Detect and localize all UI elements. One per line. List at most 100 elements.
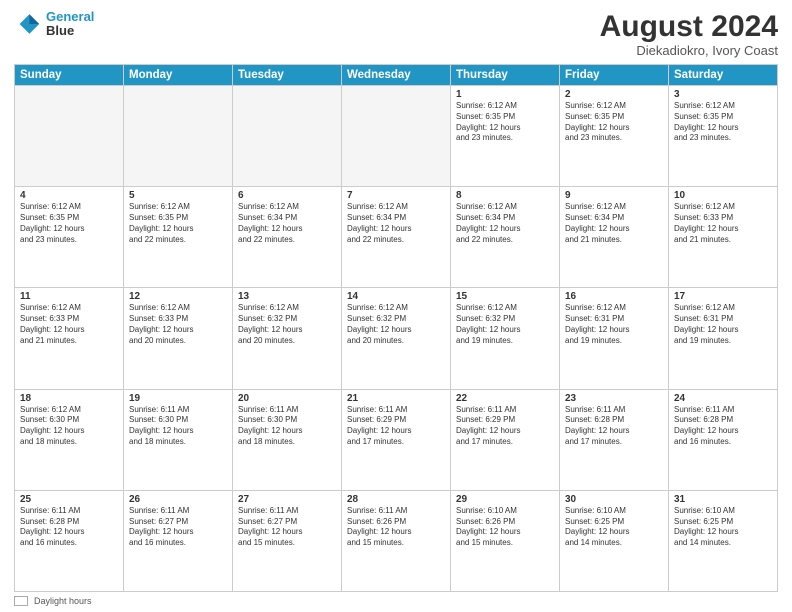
calendar-cell: 3Sunrise: 6:12 AM Sunset: 6:35 PM Daylig… bbox=[669, 86, 778, 187]
day-info: Sunrise: 6:12 AM Sunset: 6:34 PM Dayligh… bbox=[456, 202, 554, 245]
day-number: 10 bbox=[674, 190, 772, 201]
day-number: 9 bbox=[565, 190, 663, 201]
calendar-cell bbox=[342, 86, 451, 187]
day-header-tuesday: Tuesday bbox=[233, 65, 342, 86]
calendar-cell: 9Sunrise: 6:12 AM Sunset: 6:34 PM Daylig… bbox=[560, 187, 669, 288]
calendar-cell: 25Sunrise: 6:11 AM Sunset: 6:28 PM Dayli… bbox=[15, 490, 124, 591]
day-header-saturday: Saturday bbox=[669, 65, 778, 86]
day-header-monday: Monday bbox=[124, 65, 233, 86]
day-info: Sunrise: 6:11 AM Sunset: 6:27 PM Dayligh… bbox=[129, 506, 227, 549]
day-info: Sunrise: 6:12 AM Sunset: 6:35 PM Dayligh… bbox=[456, 101, 554, 144]
calendar-week-0: 1Sunrise: 6:12 AM Sunset: 6:35 PM Daylig… bbox=[15, 86, 778, 187]
day-info: Sunrise: 6:11 AM Sunset: 6:28 PM Dayligh… bbox=[674, 405, 772, 448]
day-number: 7 bbox=[347, 190, 445, 201]
day-header-thursday: Thursday bbox=[451, 65, 560, 86]
calendar-cell: 21Sunrise: 6:11 AM Sunset: 6:29 PM Dayli… bbox=[342, 389, 451, 490]
day-number: 17 bbox=[674, 291, 772, 302]
day-info: Sunrise: 6:10 AM Sunset: 6:25 PM Dayligh… bbox=[565, 506, 663, 549]
day-number: 21 bbox=[347, 393, 445, 404]
day-info: Sunrise: 6:11 AM Sunset: 6:27 PM Dayligh… bbox=[238, 506, 336, 549]
calendar-cell: 14Sunrise: 6:12 AM Sunset: 6:32 PM Dayli… bbox=[342, 288, 451, 389]
day-number: 29 bbox=[456, 494, 554, 505]
calendar-week-4: 25Sunrise: 6:11 AM Sunset: 6:28 PM Dayli… bbox=[15, 490, 778, 591]
calendar-cell bbox=[233, 86, 342, 187]
day-number: 1 bbox=[456, 89, 554, 100]
calendar-cell: 22Sunrise: 6:11 AM Sunset: 6:29 PM Dayli… bbox=[451, 389, 560, 490]
logo-icon bbox=[14, 10, 42, 38]
calendar-cell: 31Sunrise: 6:10 AM Sunset: 6:25 PM Dayli… bbox=[669, 490, 778, 591]
calendar-cell: 17Sunrise: 6:12 AM Sunset: 6:31 PM Dayli… bbox=[669, 288, 778, 389]
day-info: Sunrise: 6:10 AM Sunset: 6:25 PM Dayligh… bbox=[674, 506, 772, 549]
day-info: Sunrise: 6:12 AM Sunset: 6:35 PM Dayligh… bbox=[565, 101, 663, 144]
calendar-cell: 27Sunrise: 6:11 AM Sunset: 6:27 PM Dayli… bbox=[233, 490, 342, 591]
day-info: Sunrise: 6:11 AM Sunset: 6:30 PM Dayligh… bbox=[238, 405, 336, 448]
day-number: 20 bbox=[238, 393, 336, 404]
day-number: 6 bbox=[238, 190, 336, 201]
day-number: 4 bbox=[20, 190, 118, 201]
day-number: 13 bbox=[238, 291, 336, 302]
day-number: 23 bbox=[565, 393, 663, 404]
day-info: Sunrise: 6:12 AM Sunset: 6:30 PM Dayligh… bbox=[20, 405, 118, 448]
day-info: Sunrise: 6:11 AM Sunset: 6:29 PM Dayligh… bbox=[456, 405, 554, 448]
day-number: 30 bbox=[565, 494, 663, 505]
calendar-cell: 26Sunrise: 6:11 AM Sunset: 6:27 PM Dayli… bbox=[124, 490, 233, 591]
day-info: Sunrise: 6:10 AM Sunset: 6:26 PM Dayligh… bbox=[456, 506, 554, 549]
day-number: 2 bbox=[565, 89, 663, 100]
day-info: Sunrise: 6:12 AM Sunset: 6:32 PM Dayligh… bbox=[347, 303, 445, 346]
day-number: 27 bbox=[238, 494, 336, 505]
day-info: Sunrise: 6:12 AM Sunset: 6:35 PM Dayligh… bbox=[674, 101, 772, 144]
day-info: Sunrise: 6:12 AM Sunset: 6:34 PM Dayligh… bbox=[565, 202, 663, 245]
day-header-wednesday: Wednesday bbox=[342, 65, 451, 86]
day-number: 31 bbox=[674, 494, 772, 505]
calendar-cell: 15Sunrise: 6:12 AM Sunset: 6:32 PM Dayli… bbox=[451, 288, 560, 389]
calendar-footer: Daylight hours bbox=[14, 596, 778, 606]
day-header-sunday: Sunday bbox=[15, 65, 124, 86]
day-number: 8 bbox=[456, 190, 554, 201]
day-number: 12 bbox=[129, 291, 227, 302]
day-info: Sunrise: 6:12 AM Sunset: 6:34 PM Dayligh… bbox=[347, 202, 445, 245]
day-info: Sunrise: 6:11 AM Sunset: 6:28 PM Dayligh… bbox=[565, 405, 663, 448]
day-info: Sunrise: 6:12 AM Sunset: 6:34 PM Dayligh… bbox=[238, 202, 336, 245]
day-number: 3 bbox=[674, 89, 772, 100]
logo: General Blue bbox=[14, 10, 94, 39]
day-number: 15 bbox=[456, 291, 554, 302]
calendar-cell: 13Sunrise: 6:12 AM Sunset: 6:32 PM Dayli… bbox=[233, 288, 342, 389]
calendar-cell bbox=[15, 86, 124, 187]
calendar-cell: 23Sunrise: 6:11 AM Sunset: 6:28 PM Dayli… bbox=[560, 389, 669, 490]
day-number: 19 bbox=[129, 393, 227, 404]
calendar-cell: 10Sunrise: 6:12 AM Sunset: 6:33 PM Dayli… bbox=[669, 187, 778, 288]
page: General Blue August 2024 Diekadiokro, Iv… bbox=[0, 0, 792, 612]
day-number: 24 bbox=[674, 393, 772, 404]
calendar-cell: 6Sunrise: 6:12 AM Sunset: 6:34 PM Daylig… bbox=[233, 187, 342, 288]
day-info: Sunrise: 6:11 AM Sunset: 6:30 PM Dayligh… bbox=[129, 405, 227, 448]
calendar-cell: 30Sunrise: 6:10 AM Sunset: 6:25 PM Dayli… bbox=[560, 490, 669, 591]
day-info: Sunrise: 6:12 AM Sunset: 6:35 PM Dayligh… bbox=[20, 202, 118, 245]
day-info: Sunrise: 6:12 AM Sunset: 6:31 PM Dayligh… bbox=[565, 303, 663, 346]
day-info: Sunrise: 6:11 AM Sunset: 6:29 PM Dayligh… bbox=[347, 405, 445, 448]
calendar-cell: 24Sunrise: 6:11 AM Sunset: 6:28 PM Dayli… bbox=[669, 389, 778, 490]
calendar-header-row: SundayMondayTuesdayWednesdayThursdayFrid… bbox=[15, 65, 778, 86]
day-info: Sunrise: 6:12 AM Sunset: 6:33 PM Dayligh… bbox=[129, 303, 227, 346]
day-number: 16 bbox=[565, 291, 663, 302]
day-info: Sunrise: 6:12 AM Sunset: 6:33 PM Dayligh… bbox=[20, 303, 118, 346]
day-info: Sunrise: 6:12 AM Sunset: 6:33 PM Dayligh… bbox=[674, 202, 772, 245]
title-block: August 2024 Diekadiokro, Ivory Coast bbox=[600, 10, 778, 58]
day-number: 25 bbox=[20, 494, 118, 505]
day-header-friday: Friday bbox=[560, 65, 669, 86]
calendar-cell: 19Sunrise: 6:11 AM Sunset: 6:30 PM Dayli… bbox=[124, 389, 233, 490]
calendar-cell bbox=[124, 86, 233, 187]
day-number: 18 bbox=[20, 393, 118, 404]
calendar-cell: 2Sunrise: 6:12 AM Sunset: 6:35 PM Daylig… bbox=[560, 86, 669, 187]
day-info: Sunrise: 6:12 AM Sunset: 6:35 PM Dayligh… bbox=[129, 202, 227, 245]
calendar-cell: 16Sunrise: 6:12 AM Sunset: 6:31 PM Dayli… bbox=[560, 288, 669, 389]
day-number: 26 bbox=[129, 494, 227, 505]
calendar-cell: 12Sunrise: 6:12 AM Sunset: 6:33 PM Dayli… bbox=[124, 288, 233, 389]
day-number: 14 bbox=[347, 291, 445, 302]
day-info: Sunrise: 6:11 AM Sunset: 6:26 PM Dayligh… bbox=[347, 506, 445, 549]
day-number: 28 bbox=[347, 494, 445, 505]
day-number: 5 bbox=[129, 190, 227, 201]
calendar-cell: 11Sunrise: 6:12 AM Sunset: 6:33 PM Dayli… bbox=[15, 288, 124, 389]
calendar-week-3: 18Sunrise: 6:12 AM Sunset: 6:30 PM Dayli… bbox=[15, 389, 778, 490]
calendar-week-2: 11Sunrise: 6:12 AM Sunset: 6:33 PM Dayli… bbox=[15, 288, 778, 389]
calendar-cell: 20Sunrise: 6:11 AM Sunset: 6:30 PM Dayli… bbox=[233, 389, 342, 490]
